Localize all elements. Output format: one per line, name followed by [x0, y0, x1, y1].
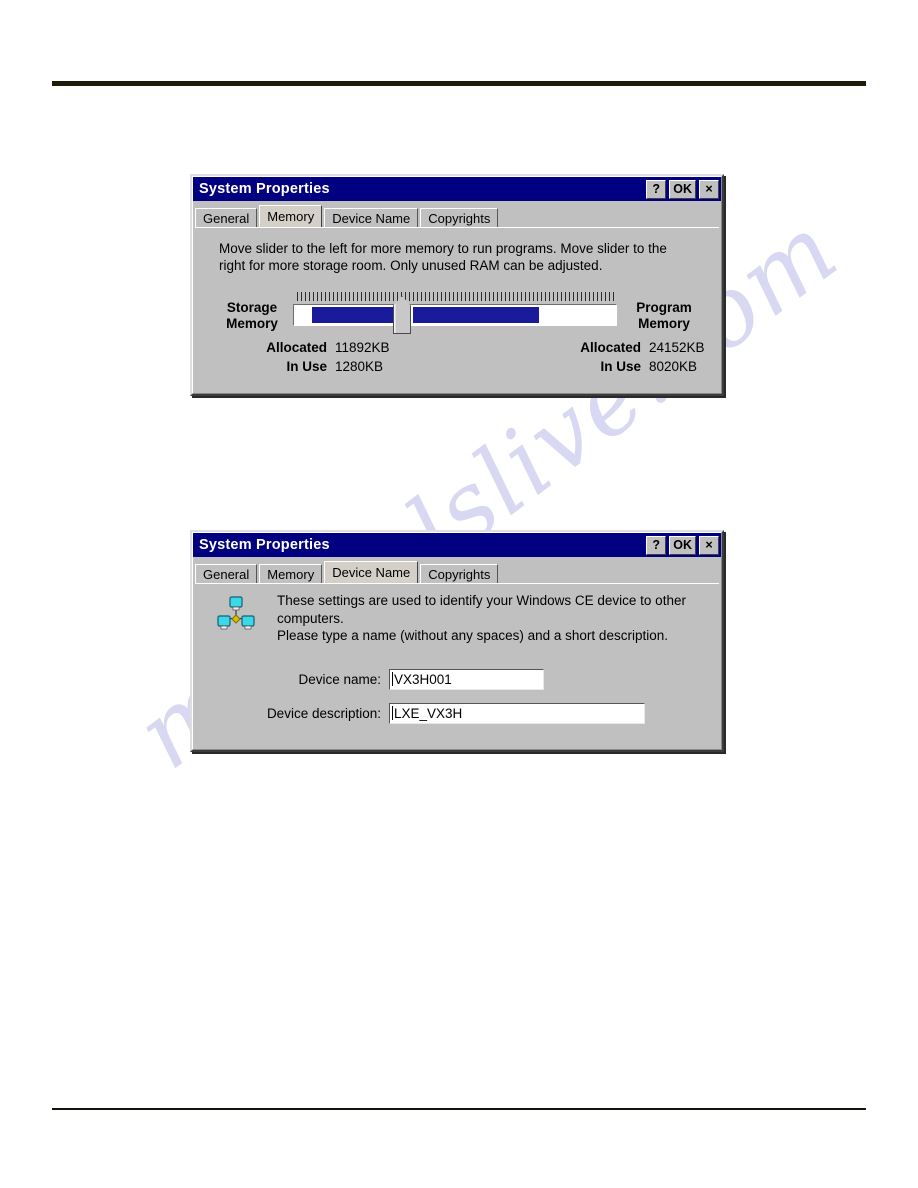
tab-general[interactable]: General: [195, 208, 258, 227]
program-inuse-row: In Use 8020KB: [543, 359, 705, 378]
memory-slider[interactable]: [293, 290, 619, 336]
tabpage-device-name: These settings are used to identify your…: [195, 583, 719, 747]
storage-inuse-label: In Use: [286, 359, 327, 374]
program-stats: Allocated 24152KB In Use 8020KB: [543, 340, 705, 378]
page-header-rule: [52, 81, 866, 86]
tab-memory[interactable]: Memory: [259, 564, 323, 583]
device-name-field-row: Device name: VX3H001: [195, 668, 719, 690]
system-properties-dialog-device-name[interactable]: System Properties ? OK × General Memory …: [190, 530, 724, 752]
storage-inuse-row: In Use 1280KB: [229, 359, 390, 378]
help-button[interactable]: ?: [646, 535, 667, 555]
program-memory-label: Program Memory: [619, 300, 709, 332]
tabpage-memory: Move slider to the left for more memory …: [195, 227, 719, 391]
storage-memory-label: Storage Memory: [209, 300, 295, 332]
program-allocated-label: Allocated: [580, 340, 641, 355]
device-name-input[interactable]: VX3H001: [389, 668, 544, 690]
window-title: System Properties: [199, 180, 330, 197]
dialog-inner: System Properties ? OK × General Memory …: [192, 176, 722, 394]
help-button[interactable]: ?: [646, 179, 667, 199]
tabstrip: General Memory Device Name Copyrights: [195, 205, 721, 227]
tab-memory[interactable]: Memory: [259, 205, 323, 227]
storage-memory-label-line1: Storage: [226, 300, 278, 315]
tabstrip: General Memory Device Name Copyrights: [195, 561, 721, 583]
ok-button[interactable]: OK: [669, 179, 696, 199]
storage-memory-label-line2: Memory: [226, 316, 278, 331]
system-properties-dialog-memory[interactable]: System Properties ? OK × General Memory …: [190, 174, 724, 396]
page-footer-rule: [52, 1108, 866, 1110]
tab-general[interactable]: General: [195, 564, 258, 583]
memory-description: Move slider to the left for more memory …: [219, 241, 667, 273]
storage-allocated-label: Allocated: [266, 340, 327, 355]
titlebar[interactable]: System Properties ? OK ×: [193, 533, 721, 557]
device-description-field-row: Device description: LXE_VX3H: [195, 702, 719, 724]
program-memory-label-line1: Program: [636, 300, 692, 315]
dialog-inner: System Properties ? OK × General Memory …: [192, 532, 722, 750]
program-allocated-row: Allocated 24152KB: [543, 340, 705, 359]
titlebar[interactable]: System Properties ? OK ×: [193, 177, 721, 201]
close-button[interactable]: ×: [699, 179, 719, 199]
program-memory-label-line2: Memory: [638, 316, 690, 331]
slider-fill-left: [312, 307, 397, 323]
program-inuse-value: 8020KB: [649, 359, 698, 374]
device-name-input-value: VX3H001: [394, 671, 452, 687]
slider-thumb[interactable]: [393, 296, 411, 334]
memory-slider-row: Storage Memory Program Memory: [195, 290, 719, 336]
storage-allocated-value: 11892KB: [335, 340, 390, 355]
slider-fill-right: [413, 307, 539, 323]
window-title: System Properties: [199, 536, 330, 553]
tab-device-name[interactable]: Device Name: [324, 208, 419, 227]
network-computers-icon: [213, 594, 259, 640]
device-name-label: Device name:: [298, 671, 381, 687]
text-caret: [392, 706, 393, 720]
close-button[interactable]: ×: [699, 535, 719, 555]
slider-trough[interactable]: [293, 304, 617, 326]
device-description-input-value: LXE_VX3H: [394, 705, 463, 721]
device-description-input[interactable]: LXE_VX3H: [389, 702, 645, 724]
text-caret: [392, 672, 393, 686]
program-inuse-label: In Use: [600, 359, 641, 374]
tab-copyrights[interactable]: Copyrights: [420, 208, 499, 227]
storage-inuse-value: 1280KB: [335, 359, 384, 374]
device-description-label: Device description:: [266, 705, 381, 721]
tab-copyrights[interactable]: Copyrights: [420, 564, 499, 583]
slider-ticks: [297, 292, 615, 301]
device-name-description-line2: Please type a name (without any spaces) …: [277, 628, 668, 643]
storage-stats: Allocated 11892KB In Use 1280KB: [229, 340, 390, 378]
ok-button[interactable]: OK: [669, 535, 696, 555]
titlebar-buttons: ? OK ×: [646, 535, 719, 555]
device-name-description: These settings are used to identify your…: [277, 592, 707, 645]
program-allocated-value: 24152KB: [649, 340, 705, 355]
titlebar-buttons: ? OK ×: [646, 179, 719, 199]
storage-allocated-row: Allocated 11892KB: [229, 340, 390, 359]
tab-device-name[interactable]: Device Name: [324, 561, 419, 583]
device-name-description-line1: These settings are used to identify your…: [277, 593, 686, 626]
